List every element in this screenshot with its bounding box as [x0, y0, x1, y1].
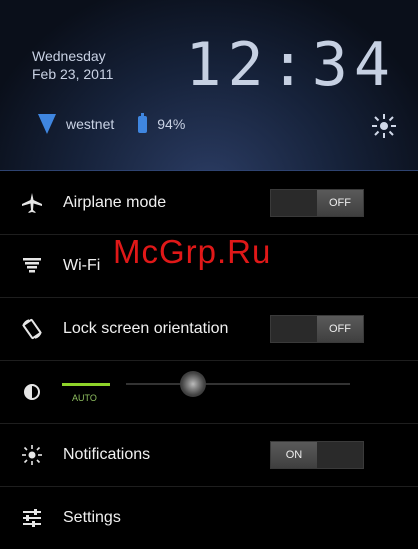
network-name: westnet [66, 116, 115, 132]
battery-icon [138, 112, 148, 133]
toggle-knob: OFF [317, 316, 363, 342]
rotation-lock-icon [18, 315, 46, 343]
quick-settings-list: Airplane mode OFF Wi-Fi McGrp.Ru Lock sc… [0, 172, 418, 549]
notifications-toggle[interactable]: ON [270, 441, 364, 469]
brightness-icon[interactable] [370, 112, 398, 140]
date-label: Feb 23, 2011 [32, 66, 114, 82]
settings-row[interactable]: Settings [0, 487, 418, 549]
day-label: Wednesday [32, 48, 106, 64]
airplane-icon [18, 189, 46, 217]
brightness-slider-thumb[interactable] [180, 371, 207, 397]
battery-level: 94% [157, 116, 186, 132]
wifi-signal-icon [38, 114, 56, 134]
toggle-knob: ON [271, 442, 317, 468]
notifications-label: Notifications [63, 446, 151, 463]
auto-brightness-indicator[interactable] [62, 383, 110, 386]
toggle-knob: OFF [317, 190, 363, 216]
lock-orientation-toggle[interactable]: OFF [270, 315, 364, 343]
settings-label: Settings [63, 509, 121, 526]
contrast-icon [18, 378, 46, 406]
wifi-icon [18, 252, 46, 280]
airplane-mode-toggle[interactable]: OFF [270, 189, 364, 217]
notifications-row[interactable]: Notifications ON [0, 424, 418, 487]
lock-orientation-label: Lock screen orientation [63, 320, 229, 337]
brightness-slider-track[interactable] [126, 383, 350, 385]
clock: 12:34 [185, 30, 396, 100]
airplane-mode-row[interactable]: Airplane mode OFF [0, 172, 418, 235]
auto-brightness-label: AUTO [72, 393, 97, 403]
airplane-mode-label: Airplane mode [63, 194, 167, 211]
brightness-row: AUTO [0, 361, 418, 424]
status-row: westnet 94% [38, 112, 186, 134]
notifications-icon [18, 441, 46, 469]
settings-sliders-icon [18, 504, 46, 532]
status-header: Wednesday Feb 23, 2011 12:34 westnet 94% [0, 0, 418, 171]
lock-orientation-row[interactable]: Lock screen orientation OFF [0, 298, 418, 361]
watermark: McGrp.Ru [113, 233, 272, 270]
wifi-label: Wi-Fi [63, 257, 101, 274]
wifi-row[interactable]: Wi-Fi McGrp.Ru [0, 233, 418, 298]
